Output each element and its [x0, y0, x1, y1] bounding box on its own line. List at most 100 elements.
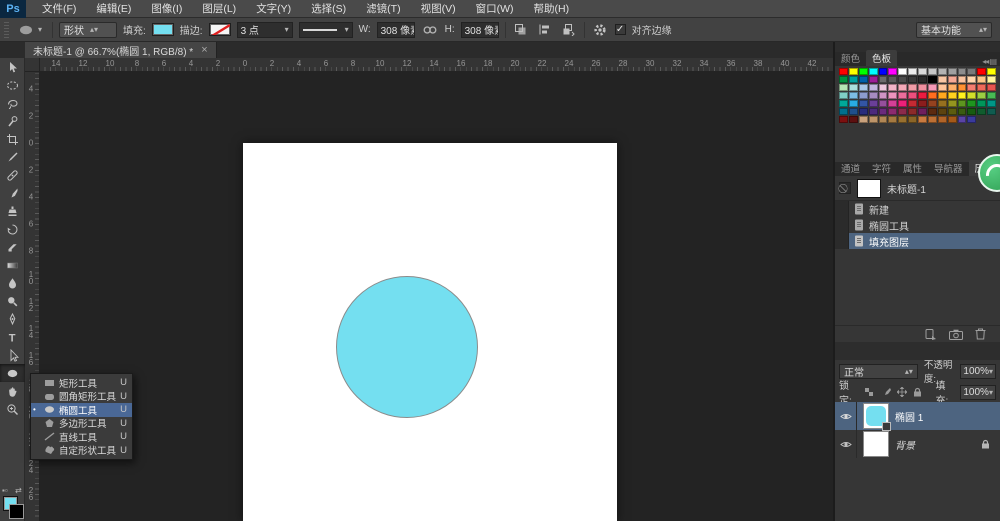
- visibility-eye-icon[interactable]: [835, 430, 857, 458]
- swatch[interactable]: [839, 116, 848, 123]
- swatch[interactable]: [858, 76, 868, 83]
- path-operations-button[interactable]: [512, 21, 530, 39]
- swatch[interactable]: [977, 108, 987, 115]
- lock-position-icon[interactable]: [896, 386, 908, 399]
- swatch[interactable]: [957, 68, 967, 75]
- tab-navigator[interactable]: 导航器: [928, 160, 969, 176]
- swatch[interactable]: [898, 68, 908, 75]
- layer-thumbnail[interactable]: [863, 431, 889, 457]
- swatch[interactable]: [878, 100, 888, 107]
- eyedropper-tool[interactable]: [0, 148, 25, 166]
- menu-item-layer[interactable]: 图层(L): [192, 0, 246, 18]
- swatch[interactable]: [888, 68, 898, 75]
- history-step-new[interactable]: 新建: [835, 201, 1000, 217]
- document-canvas[interactable]: [243, 143, 617, 521]
- swatch[interactable]: [987, 100, 996, 107]
- background-color-swatch[interactable]: [9, 504, 24, 519]
- swatch[interactable]: [957, 84, 967, 91]
- swatch[interactable]: [868, 92, 878, 99]
- swatch[interactable]: [858, 108, 868, 115]
- swatch[interactable]: [878, 84, 888, 91]
- opacity-field[interactable]: 100% ▾: [960, 363, 996, 379]
- swatch[interactable]: [927, 84, 937, 91]
- brush-tool[interactable]: [0, 184, 25, 202]
- swatch[interactable]: [898, 116, 908, 123]
- layer-row-ellipse-1[interactable]: 椭圆 1: [835, 402, 1000, 431]
- swatch[interactable]: [937, 84, 947, 91]
- swatch[interactable]: [858, 100, 868, 107]
- history-brush-source-icon[interactable]: ⃠: [839, 182, 851, 194]
- swatch[interactable]: [848, 100, 858, 107]
- history-source-checkbox[interactable]: [835, 217, 849, 233]
- gradient-tool[interactable]: [0, 256, 25, 274]
- menu-item-image[interactable]: 图像(I): [141, 0, 192, 18]
- swatch[interactable]: [908, 92, 917, 99]
- swatch[interactable]: [868, 68, 878, 75]
- swatch[interactable]: [908, 100, 917, 107]
- healing-brush-tool[interactable]: [0, 166, 25, 184]
- align-edges-checkbox[interactable]: ✓: [614, 24, 626, 35]
- swatch[interactable]: [918, 108, 927, 115]
- swatch[interactable]: [888, 108, 898, 115]
- swatch[interactable]: [967, 116, 977, 123]
- default-colors-icon[interactable]: ▪▫: [2, 486, 8, 495]
- swatch[interactable]: [908, 84, 917, 91]
- history-step-ellipse-tool[interactable]: 椭圆工具: [835, 217, 1000, 233]
- swatch[interactable]: [888, 76, 898, 83]
- blur-tool[interactable]: [0, 274, 25, 292]
- swatch[interactable]: [878, 76, 888, 83]
- swatch[interactable]: [918, 116, 927, 123]
- camera-snapshot-icon[interactable]: [949, 329, 963, 340]
- history-source-checkbox[interactable]: [835, 201, 849, 217]
- shape-width-field[interactable]: 308 像素: [376, 21, 415, 38]
- menu-item-window[interactable]: 窗口(W): [466, 0, 524, 18]
- crop-tool[interactable]: [0, 130, 25, 148]
- swatch[interactable]: [858, 116, 868, 123]
- swatch[interactable]: [967, 84, 977, 91]
- menu-item-type[interactable]: 文字(Y): [246, 0, 301, 18]
- fill-color-swatch[interactable]: [151, 23, 174, 36]
- eraser-tool[interactable]: [0, 238, 25, 256]
- menu-item-view[interactable]: 视图(V): [411, 0, 466, 18]
- swatch[interactable]: [977, 100, 987, 107]
- swatch[interactable]: [839, 100, 848, 107]
- swatch[interactable]: [888, 84, 898, 91]
- stroke-width-field[interactable]: 3 点 ▾: [236, 21, 293, 38]
- swatch[interactable]: [957, 100, 967, 107]
- layer-name[interactable]: 椭圆 1: [895, 409, 923, 424]
- swatch[interactable]: [918, 76, 927, 83]
- swatch[interactable]: [947, 116, 957, 123]
- tab-color[interactable]: 颜色: [835, 50, 866, 66]
- swatch[interactable]: [987, 108, 996, 115]
- path-arrangement-button[interactable]: [560, 21, 578, 39]
- swatch[interactable]: [987, 68, 996, 75]
- swatch[interactable]: [868, 76, 878, 83]
- swatch[interactable]: [878, 68, 888, 75]
- flyout-item-polygon-tool[interactable]: 多边形工具 U: [31, 417, 132, 430]
- tab-properties[interactable]: 属性: [897, 160, 928, 176]
- pen-tool[interactable]: [0, 310, 25, 328]
- workspace-switcher[interactable]: 基本功能 ▴▾: [916, 21, 992, 38]
- history-snapshot-row[interactable]: ⃠ 未标题-1: [835, 176, 1000, 200]
- lock-transparency-icon[interactable]: [864, 386, 876, 399]
- swatch[interactable]: [927, 100, 937, 107]
- dodge-tool[interactable]: [0, 292, 25, 310]
- swatch[interactable]: [957, 92, 967, 99]
- type-tool[interactable]: T: [0, 328, 25, 346]
- swatch[interactable]: [878, 108, 888, 115]
- swatch[interactable]: [977, 84, 987, 91]
- link-dimensions-icon[interactable]: [421, 21, 439, 39]
- swatch[interactable]: [967, 108, 977, 115]
- swatch[interactable]: [898, 100, 908, 107]
- clone-stamp-tool[interactable]: [0, 202, 25, 220]
- swatch[interactable]: [977, 92, 987, 99]
- swatch[interactable]: [947, 68, 957, 75]
- swatch[interactable]: [987, 92, 996, 99]
- swatch[interactable]: [868, 84, 878, 91]
- swatch[interactable]: [937, 108, 947, 115]
- swatch[interactable]: [947, 100, 957, 107]
- swatch[interactable]: [848, 92, 858, 99]
- swatch[interactable]: [918, 68, 927, 75]
- swatch[interactable]: [898, 76, 908, 83]
- lock-all-icon[interactable]: [912, 386, 924, 399]
